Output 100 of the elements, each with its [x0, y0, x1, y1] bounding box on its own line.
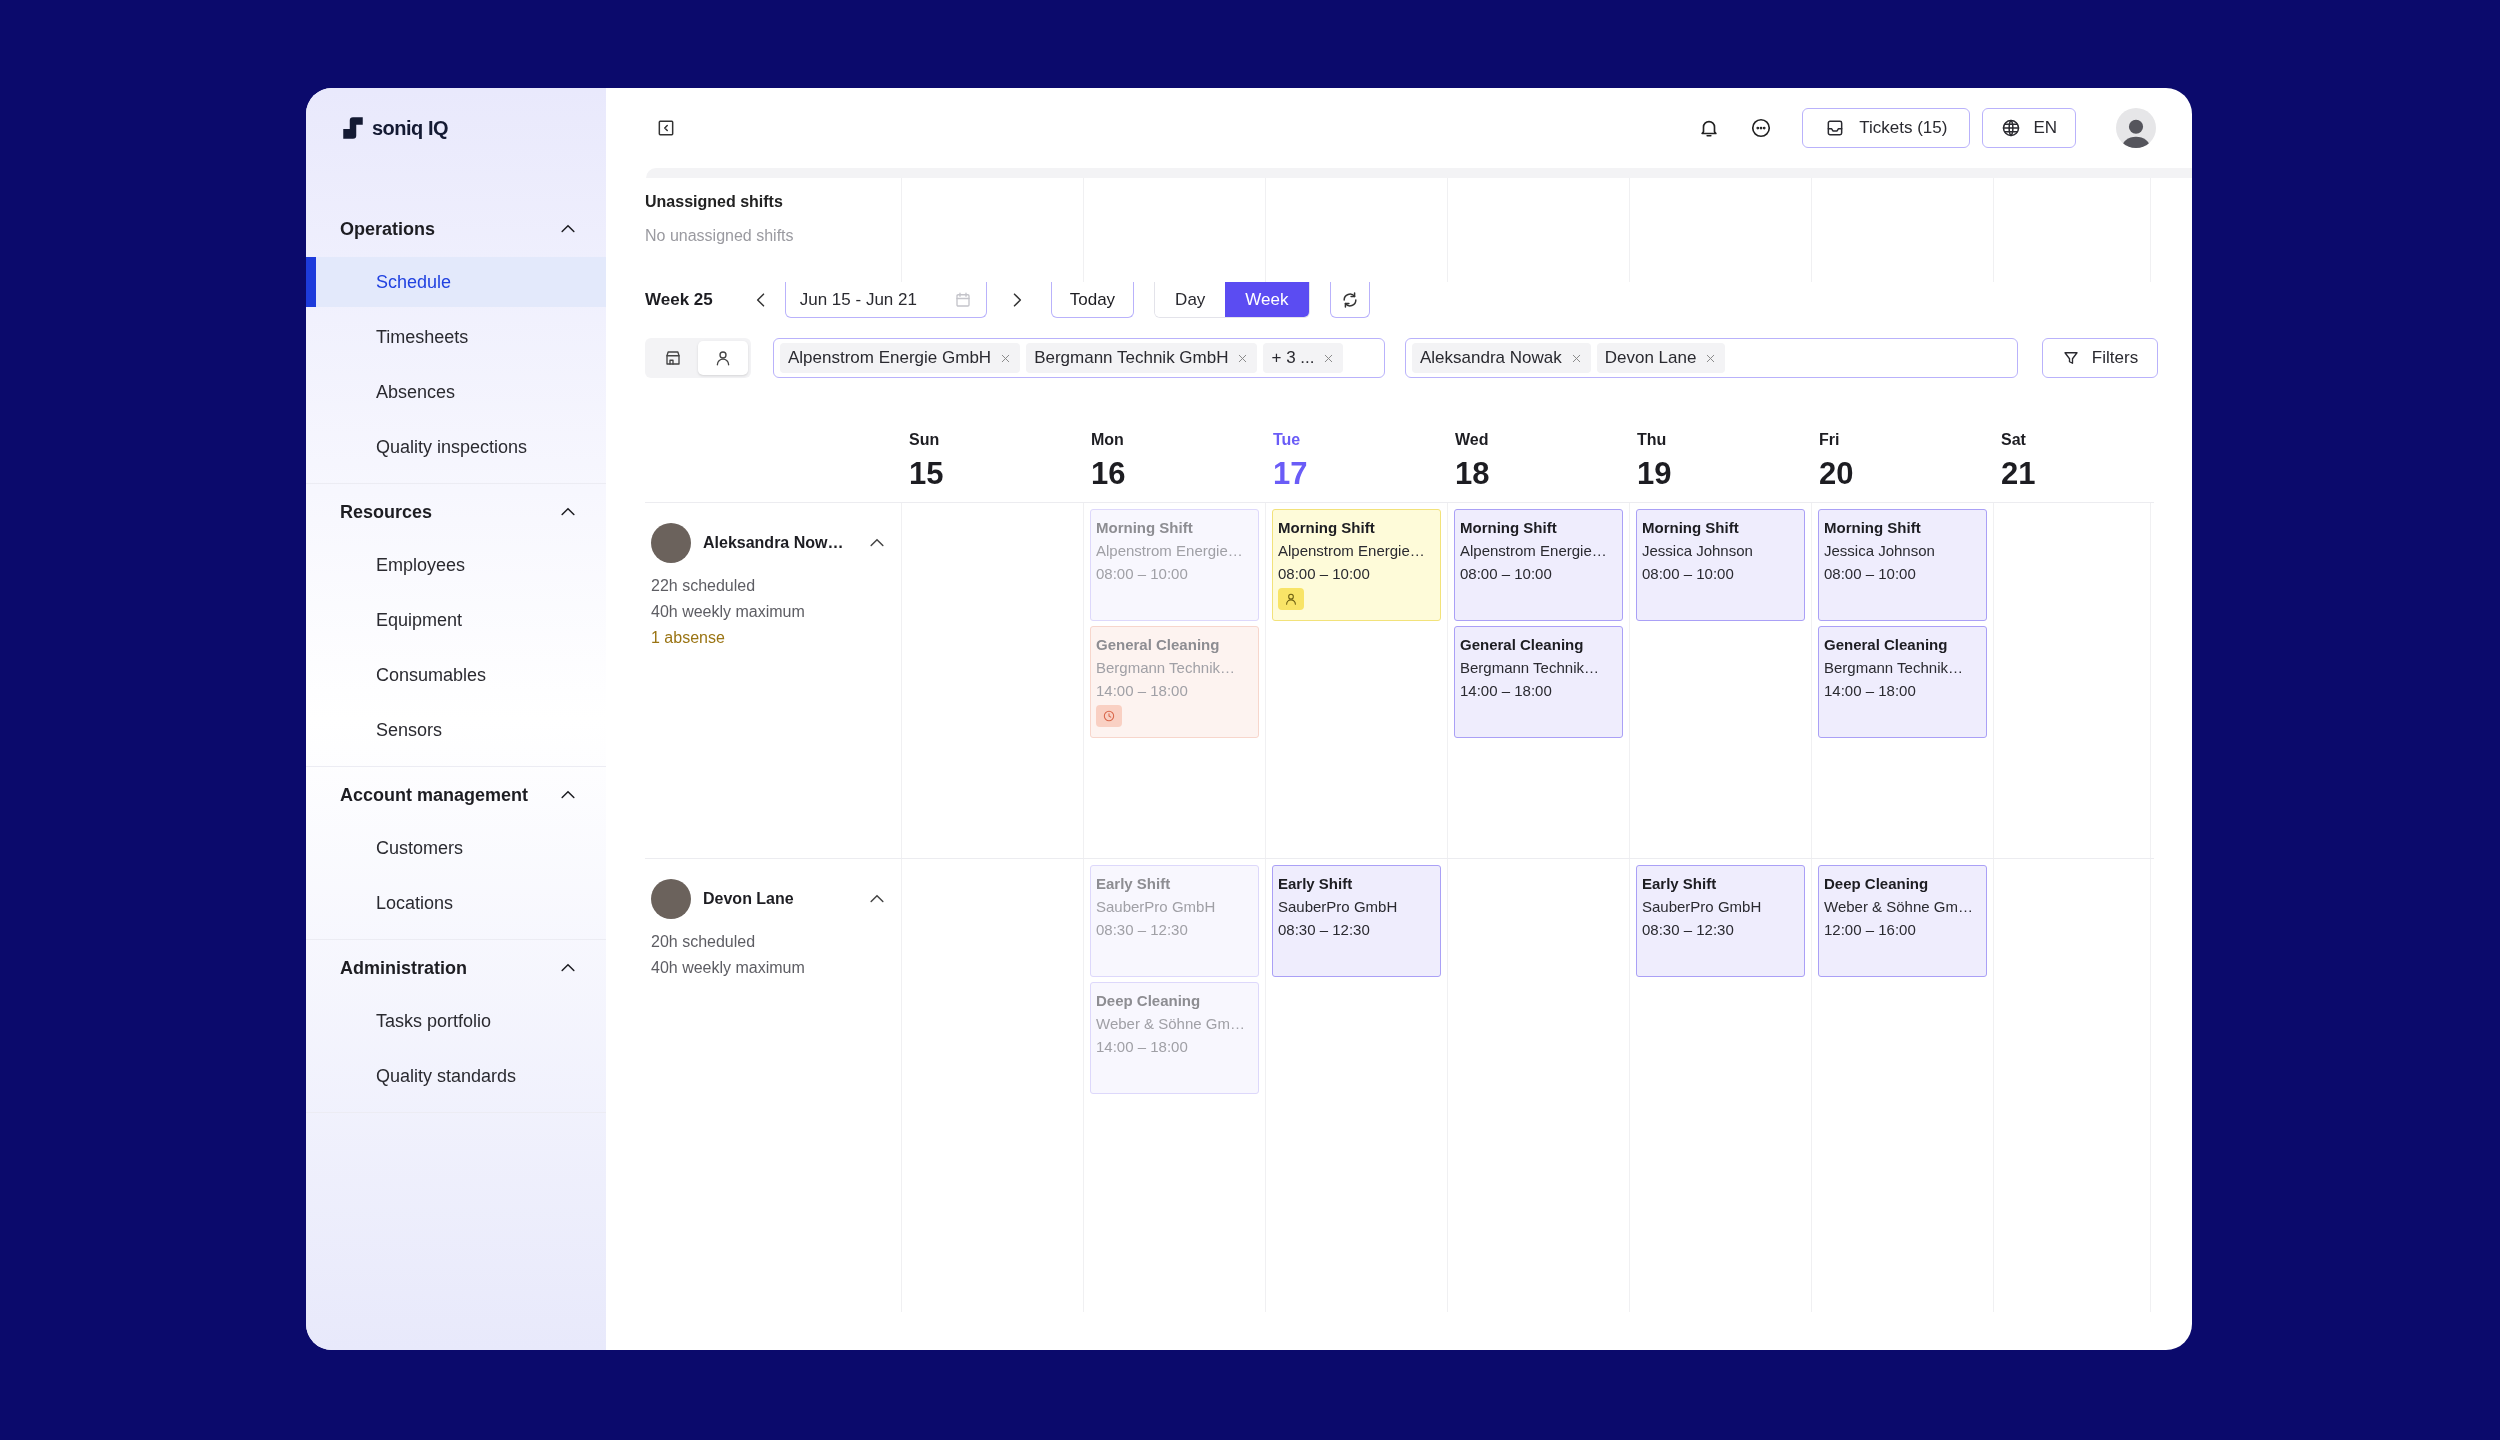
day-number: 20 — [1819, 458, 1855, 489]
scheduled-hours: 22h scheduled — [651, 576, 757, 596]
shift-title: Early Shift — [1642, 874, 1717, 894]
shift-card[interactable]: Deep Cleaning Weber & Söhne Gm… 12:00 – 16:00 — [1818, 865, 1987, 977]
shift-client: SauberPro GmbH — [1096, 897, 1216, 917]
day-name: Tue — [1273, 430, 1302, 450]
shift-time: 08:00 – 10:00 — [1278, 564, 1370, 584]
collapse-sidebar-button[interactable] — [656, 118, 676, 138]
shift-time: 14:00 – 18:00 — [1096, 681, 1188, 701]
shift-time: 08:30 – 12:30 — [1096, 920, 1188, 940]
shift-time: 08:30 – 12:30 — [1278, 920, 1370, 940]
refresh-button[interactable] — [1329, 282, 1370, 318]
shift-client: Bergmann Technik… — [1096, 658, 1235, 678]
absence-note: 1 absense — [651, 628, 726, 648]
person-icon — [1284, 592, 1298, 606]
shift-card[interactable]: General Cleaning Bergmann Technik… 14:00 – 18:00 — [1818, 626, 1987, 738]
sidebar-item[interactable]: Consumables — [306, 650, 606, 700]
day-number: 18 — [1455, 458, 1491, 489]
shift-title: Morning Shift — [1642, 518, 1739, 538]
sidebar-item[interactable]: Tasks portfolio — [306, 996, 606, 1046]
filter-chip[interactable]: Devon Lane — [1596, 343, 1726, 373]
globe-icon — [2001, 118, 2022, 138]
day-number: 19 — [1637, 458, 1673, 489]
day-number: 21 — [2001, 458, 2037, 489]
sidebar-item[interactable]: Customers — [306, 823, 606, 873]
language-button[interactable]: EN — [1982, 108, 2076, 148]
filter-chip[interactable]: Aleksandra Nowak — [1412, 343, 1591, 373]
sidebar-item[interactable]: Employees — [306, 540, 606, 590]
shift-card[interactable]: Morning Shift Alpenstrom Energie… 08:00 – 10:00 — [1272, 509, 1441, 621]
shift-client: Weber & Söhne Gm… — [1096, 1014, 1245, 1034]
customer-filter-field[interactable]: Alpenstrom Energie GmbH Bergmann Technik GmbH + 3 ... — [773, 338, 1385, 378]
view-toggle-button[interactable] — [698, 341, 748, 375]
logo-icon — [340, 115, 366, 141]
shift-client: Weber & Söhne Gm… — [1824, 897, 1973, 917]
shift-time: 12:00 – 16:00 — [1824, 920, 1916, 940]
shift-time: 08:00 – 10:00 — [1460, 564, 1552, 584]
employee-avatar — [651, 879, 691, 919]
calendar-icon — [953, 290, 972, 309]
shift-time: 08:00 – 10:00 — [1642, 564, 1734, 584]
shift-card[interactable]: Early Shift SauberPro GmbH 08:30 – 12:30 — [1272, 865, 1441, 977]
scheduled-hours: 20h scheduled — [651, 932, 757, 952]
employee-name: Devon Lane — [703, 889, 795, 909]
logo-text: soniq IQ — [372, 116, 448, 141]
section-header[interactable]: Operations — [306, 201, 606, 257]
section-header[interactable]: Administration — [306, 940, 606, 996]
date-range-field[interactable]: Jun 15 - Jun 21 — [784, 282, 987, 318]
section-header[interactable]: Account management — [306, 767, 606, 823]
sidebar-item[interactable]: Sensors — [306, 705, 606, 755]
shift-title: General Cleaning — [1824, 635, 1948, 655]
shift-title: Morning Shift — [1824, 518, 1921, 538]
shift-client: Alpenstrom Energie… — [1278, 541, 1425, 561]
empty-state-text: No unassigned shifts — [645, 226, 795, 246]
sidebar-item[interactable]: Quality standards — [306, 1051, 606, 1101]
shift-client: Bergmann Technik… — [1460, 658, 1599, 678]
employee-name: Aleksandra Now… — [703, 533, 845, 553]
filters-button[interactable]: Filters — [2042, 338, 2158, 378]
messages-button[interactable] — [1750, 117, 1773, 139]
store-icon — [664, 349, 682, 367]
shift-card[interactable]: Morning Shift Alpenstrom Energie… 08:00 – 10:00 — [1454, 509, 1623, 621]
filter-chip[interactable]: Bergmann Technik GmbH — [1026, 343, 1258, 373]
sidebar-item[interactable]: Absences — [306, 367, 606, 417]
section-title: Unassigned shifts — [645, 192, 784, 212]
filter-chip[interactable]: Alpenstrom Energie GmbH — [780, 343, 1021, 373]
shift-client: Bergmann Technik… — [1824, 658, 1963, 678]
shift-card[interactable]: General Cleaning Bergmann Technik… 14:00 – 18:00 — [1454, 626, 1623, 738]
shift-card[interactable]: Morning Shift Jessica Johnson 08:00 – 10:00 — [1636, 509, 1805, 621]
weekly-maximum: 40h weekly maximum — [651, 958, 806, 978]
shift-card[interactable]: Early Shift SauberPro GmbH 08:30 – 12:30 — [1636, 865, 1805, 977]
panel-collapse-icon — [656, 118, 676, 138]
sidebar-item[interactable]: Timesheets — [306, 312, 606, 362]
shift-client: SauberPro GmbH — [1642, 897, 1762, 917]
shift-time: 08:00 – 10:00 — [1824, 564, 1916, 584]
shift-title: Morning Shift — [1278, 518, 1375, 538]
filter-chip[interactable]: + 3 ... — [1263, 343, 1344, 373]
sidebar-item[interactable]: Quality inspections — [306, 422, 606, 472]
sidebar-item[interactable]: Locations — [306, 878, 606, 928]
sidebar-item[interactable]: Equipment — [306, 595, 606, 645]
user-avatar[interactable] — [2116, 108, 2156, 148]
shift-time: 14:00 – 18:00 — [1096, 1037, 1188, 1057]
shift-title: Deep Cleaning — [1824, 874, 1929, 894]
view-mode-tab[interactable]: Week — [1225, 282, 1309, 317]
shift-title: Morning Shift — [1460, 518, 1557, 538]
shift-time: 14:00 – 18:00 — [1460, 681, 1552, 701]
shift-time: 14:00 – 18:00 — [1824, 681, 1916, 701]
shift-card[interactable]: Morning Shift Jessica Johnson 08:00 – 10:00 — [1818, 509, 1987, 621]
shift-title: Early Shift — [1278, 874, 1353, 894]
sidebar-item[interactable]: Schedule — [306, 257, 606, 307]
day-name: Thu — [1637, 430, 1668, 450]
week-label: Week 25 — [645, 289, 713, 312]
shift-client: Alpenstrom Energie… — [1460, 541, 1607, 561]
shift-title: Morning Shift — [1096, 518, 1193, 538]
day-name: Fri — [1819, 430, 1841, 450]
today-button[interactable]: Today — [1050, 282, 1135, 318]
day-name: Sun — [909, 430, 941, 450]
day-number: 16 — [1091, 458, 1127, 489]
shift-client: Alpenstrom Energie… — [1096, 541, 1243, 561]
tickets-button[interactable]: Tickets (15) — [1802, 108, 1971, 148]
employee-filter-field[interactable]: Aleksandra Nowak Devon Lane — [1405, 338, 2018, 378]
shift-time: 08:30 – 12:30 — [1642, 920, 1734, 940]
section-header[interactable]: Resources — [306, 484, 606, 540]
